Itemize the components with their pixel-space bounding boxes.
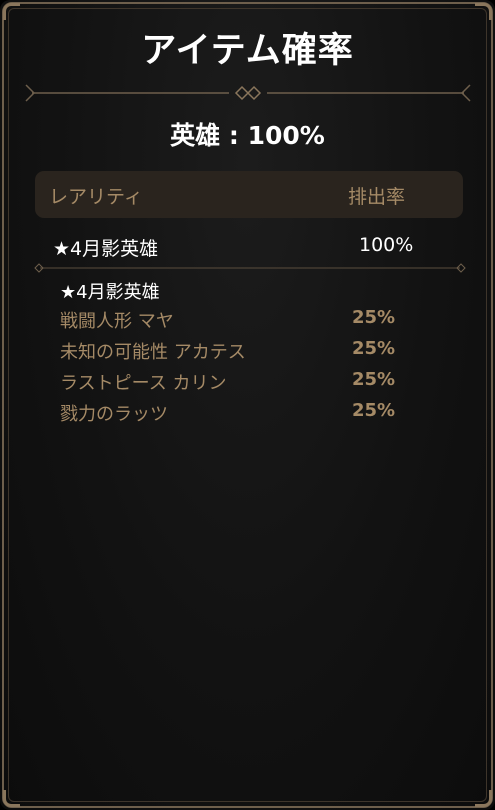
item-rate: 25%	[352, 307, 396, 328]
item-name: ラストピース カリン	[60, 373, 227, 394]
item-name: 未知の可能性 アカテス	[60, 342, 246, 363]
row-divider	[34, 263, 466, 273]
list-item: ラストピース カリン 25%	[60, 369, 420, 397]
frame-corner-ornament	[475, 3, 492, 20]
frame-corner-ornament	[475, 790, 492, 807]
rate-summary: 英雄 : 100%	[170, 121, 325, 150]
page-title: アイテム確率	[141, 31, 354, 71]
frame-corner-ornament	[3, 790, 20, 807]
group-rate: 100%	[359, 234, 414, 256]
group-label: ★4月影英雄	[53, 238, 159, 260]
column-header-rarity: レアリティ	[49, 186, 143, 208]
item-name: 戦闘人形 マヤ	[60, 311, 174, 332]
frame-corner-ornament	[3, 3, 20, 20]
list-item: 戦闘人形 マヤ 25%	[60, 307, 420, 335]
item-rate: 25%	[352, 400, 396, 421]
list-item: 戮力のラッツ 25%	[60, 400, 420, 428]
item-probability-panel: アイテム確率 英雄 : 100% レアリティ 排出率 ★4月影英雄 100% ★…	[0, 0, 495, 810]
title-ornament-divider	[25, 84, 471, 102]
item-name: 戮力のラッツ	[60, 404, 168, 425]
item-rate: 25%	[352, 338, 396, 359]
list-item: 未知の可能性 アカテス 25%	[60, 338, 420, 366]
sub-group-heading: ★4月影英雄	[60, 282, 160, 303]
table-header: レアリティ 排出率	[35, 171, 463, 218]
item-rate: 25%	[352, 369, 396, 390]
column-header-rate: 排出率	[348, 186, 406, 208]
